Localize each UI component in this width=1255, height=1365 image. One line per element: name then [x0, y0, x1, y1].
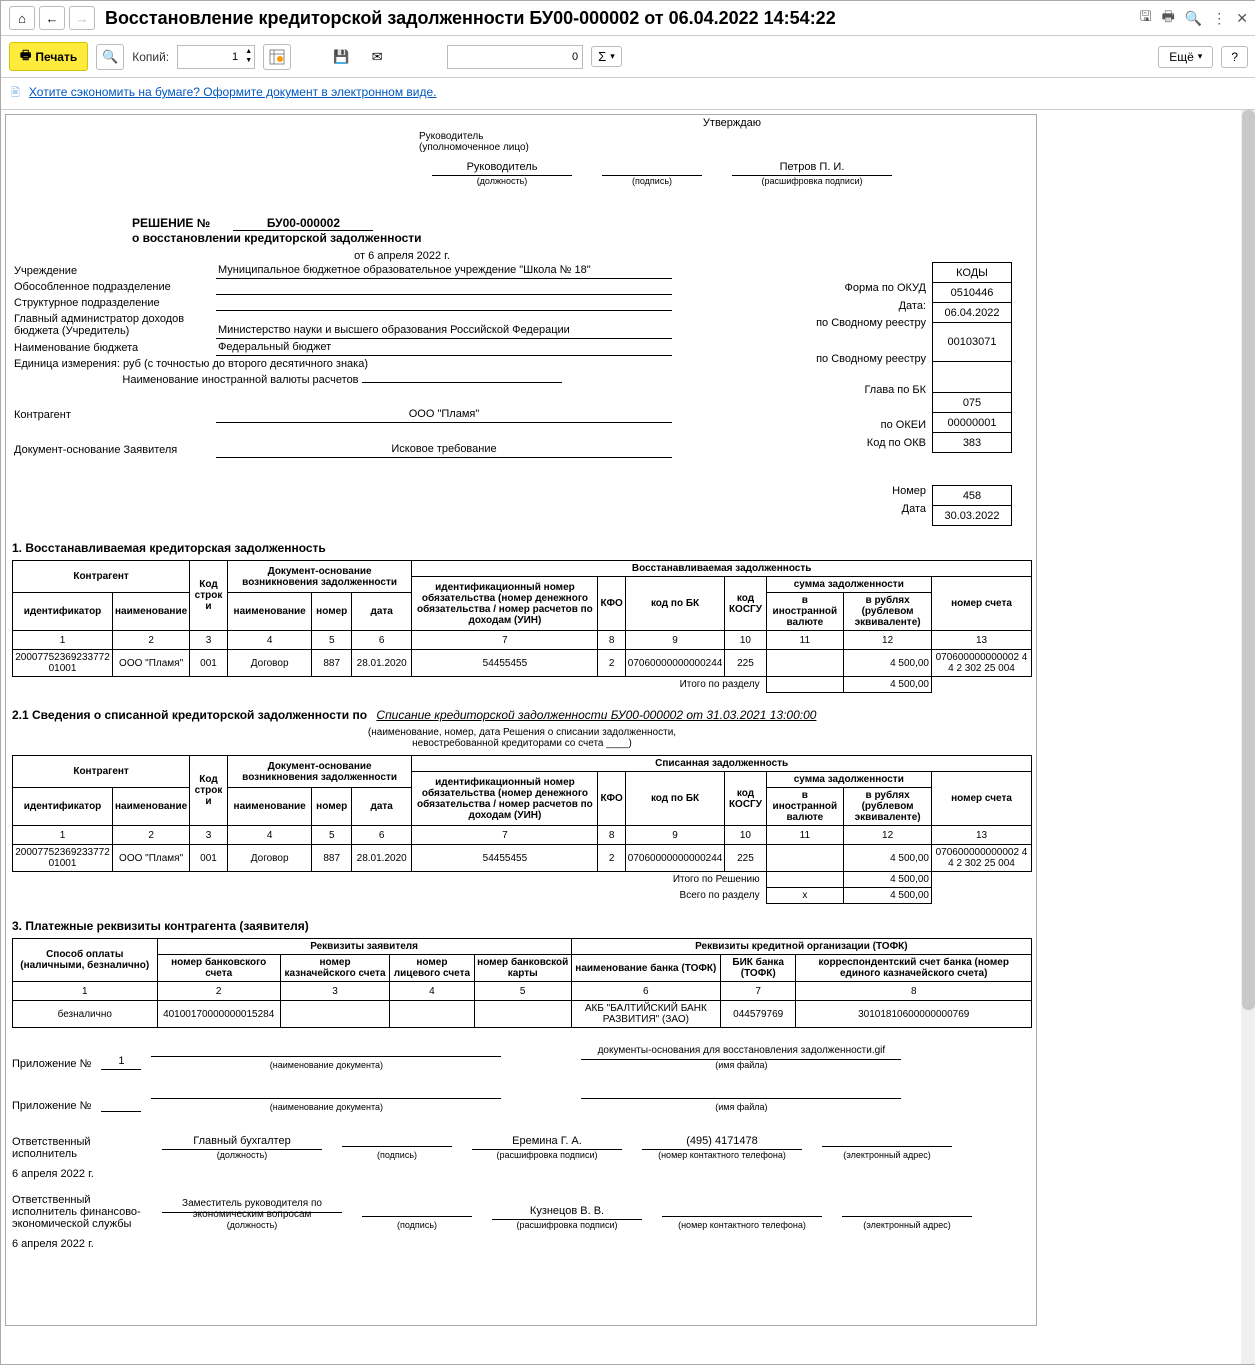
- section3-table: Способ оплаты (наличными, безналично) Ре…: [12, 938, 1032, 1028]
- sign-sub: (подпись): [602, 176, 702, 186]
- exec-label: Ответственный исполнитель: [12, 1136, 142, 1160]
- scroll-thumb[interactable]: [1242, 110, 1255, 1010]
- m-unit-label: Единица измерения: руб (с точностью до в…: [12, 356, 672, 373]
- preview-icon[interactable]: 🔍: [1185, 10, 1202, 27]
- rl6: по ОКЕИ: [672, 416, 926, 434]
- table-settings-button[interactable]: [263, 44, 291, 70]
- code-okud: 0510446: [933, 283, 1012, 303]
- code-date2: 30.03.2022: [933, 506, 1012, 526]
- toolbar: 🖶 Печать 🔍 Копий: 1 ▲▼ 💾 ✉ 0 Σ ▾ Ещё ▾ ?: [1, 36, 1255, 78]
- resolution-number: БУ00-000002: [233, 216, 373, 231]
- more-button[interactable]: Ещё ▾: [1158, 46, 1213, 68]
- rl1: Форма по ОКУД: [672, 279, 926, 297]
- titlebar: ⌂ ← → Восстановление кредиторской задолж…: [1, 1, 1255, 36]
- m-contr-label: Контрагент: [12, 406, 216, 423]
- rl5: Глава по БК: [672, 381, 926, 399]
- name-sub: (расшифровка подписи): [732, 176, 892, 186]
- print-icon[interactable]: 🖶: [1162, 6, 1175, 30]
- code-num: 458: [933, 486, 1012, 506]
- m-sep-label: Обособленное подразделение: [12, 279, 216, 295]
- code-date: 06.04.2022: [933, 303, 1012, 323]
- position-sub: (должность): [432, 176, 572, 186]
- app-file: документы-основания для восстановления з…: [581, 1045, 901, 1060]
- number-input[interactable]: 0: [447, 45, 583, 69]
- copies-input[interactable]: 1 ▲▼: [177, 45, 255, 69]
- rl4: по Сводному реестру: [672, 353, 926, 381]
- print-button[interactable]: 🖶 Печать: [9, 42, 88, 71]
- code-reg2: [933, 362, 1012, 393]
- code-bk: 075: [933, 393, 1012, 413]
- s2-row: 2000775236923377201001 ООО "Пламя"001Дог…: [13, 845, 1032, 872]
- section3-title: 3. Платежные реквизиты контрагента (заяв…: [12, 919, 1032, 933]
- m-admin-label: Главный администратор доходов бюджета (У…: [12, 311, 216, 339]
- close-icon[interactable]: ✕: [1236, 10, 1248, 27]
- rl9: Дата: [672, 500, 926, 518]
- app-num: 1: [101, 1055, 141, 1070]
- rl8: Номер: [672, 482, 926, 500]
- code-okei: 383: [933, 433, 1012, 453]
- section2-table: Контрагент Код строк и Документ-основани…: [12, 755, 1032, 904]
- rl2: Дата:: [672, 297, 926, 315]
- window-title: Восстановление кредиторской задолженност…: [105, 8, 1140, 29]
- m-struct-label: Структурное подразделение: [12, 295, 216, 311]
- chevron-down-icon: ▾: [1198, 51, 1203, 62]
- more-icon[interactable]: ⋮: [1212, 10, 1226, 27]
- sign-line: [602, 161, 702, 176]
- vertical-scrollbar[interactable]: [1241, 110, 1255, 1364]
- code-bud: 00000001: [933, 413, 1012, 433]
- m-budget-value: Федеральный бюджет: [216, 339, 672, 356]
- back-button[interactable]: ←: [39, 6, 65, 30]
- document: Утверждаю Руководитель (уполномоченное л…: [5, 114, 1037, 1326]
- section1-table: Контрагент Код строк и Документ-основани…: [12, 560, 1032, 693]
- section2-link: Списание кредиторской задолженности БУ00…: [376, 708, 816, 722]
- resolution-subtitle: о восстановлении кредиторской задолженно…: [132, 231, 792, 245]
- codes-header: КОДЫ: [933, 263, 1012, 283]
- m-currency-label: Наименование иностранной валюты расчетов: [122, 374, 358, 386]
- document-area: Утверждаю Руководитель (уполномоченное л…: [1, 109, 1255, 1364]
- rl7: Код по ОКВ: [672, 434, 926, 452]
- save-disk-button[interactable]: 💾: [327, 44, 355, 70]
- code-reg1: 00103071: [933, 323, 1012, 362]
- help-button[interactable]: ?: [1221, 46, 1248, 68]
- app-label: Приложение №: [12, 1058, 91, 1070]
- resolution-date: от 6 апреля 2022 г.: [132, 250, 792, 262]
- sigma-button[interactable]: Σ ▾: [591, 46, 622, 67]
- approve-role: Руководитель: [419, 131, 529, 142]
- position-line: Руководитель: [432, 161, 572, 176]
- fin-label: Ответственный исполнитель финансово-экон…: [12, 1194, 142, 1230]
- preview-button[interactable]: 🔍: [96, 44, 124, 70]
- m-contr-value: ООО "Пламя": [216, 406, 672, 423]
- m-docbase-label: Документ-основание Заявителя: [12, 441, 216, 458]
- resolution-label: РЕШЕНИЕ №: [132, 216, 210, 230]
- copies-label: Копий:: [132, 50, 169, 64]
- approve-role-sub: (уполномоченное лицо): [419, 142, 529, 153]
- name-line: Петров П. И.: [732, 161, 892, 176]
- m-docbase-value: Исковое требование: [216, 441, 672, 458]
- exec-date: 6 апреля 2022 г.: [12, 1168, 1032, 1180]
- s1-row: 2000775236923377201001 ООО "Пламя" 001 Д…: [13, 650, 1032, 677]
- m-admin-value: Министерство науки и высшего образования…: [216, 311, 672, 339]
- m-budget-label: Наименование бюджета: [12, 339, 216, 356]
- document-icon: 🖹: [11, 87, 20, 99]
- printer-icon: 🖶: [20, 46, 31, 67]
- save-icon[interactable]: 🖫: [1140, 6, 1152, 30]
- approve-title: Утверждаю: [582, 117, 882, 129]
- section2-title: 2.1 Сведения о списанной кредиторской за…: [12, 708, 367, 722]
- banner: 🖹 Хотите сэкономить на бумаге? Оформите …: [1, 78, 1255, 109]
- forward-button[interactable]: →: [69, 6, 95, 30]
- email-button[interactable]: ✉: [363, 44, 391, 70]
- rl3: по Сводному реестру: [672, 315, 926, 353]
- home-button[interactable]: ⌂: [9, 6, 35, 30]
- m-org-value: Муниципальное бюджетное образовательное …: [216, 262, 672, 279]
- section1-title: 1. Восстанавливаемая кредиторская задолж…: [12, 541, 1032, 555]
- paperless-link[interactable]: Хотите сэкономить на бумаге? Оформите до…: [29, 85, 437, 99]
- m-org-label: Учреждение: [12, 262, 216, 279]
- s3-row: безналично 40100170000000015284 АКБ "БАЛ…: [13, 1001, 1032, 1028]
- print-label: Печать: [35, 50, 77, 64]
